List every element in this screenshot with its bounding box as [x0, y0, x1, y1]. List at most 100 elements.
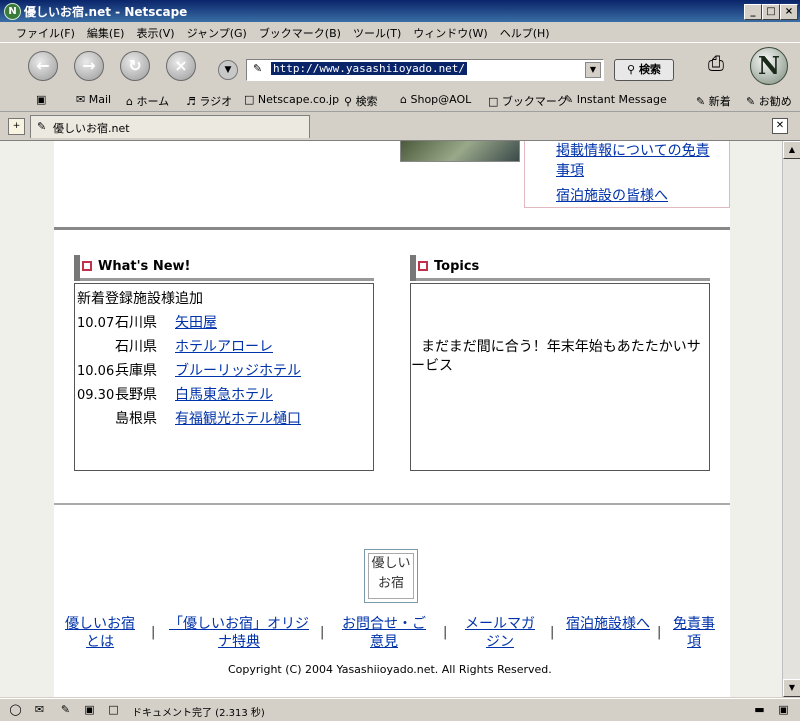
whats-new-panel: 新着登録施設様追加 10.07石川県 矢田屋 石川県 ホテルアローレ 10.06兵庫… — [74, 283, 374, 471]
toolbar-search[interactable]: ⚲ 検索 — [344, 93, 378, 109]
divider — [54, 227, 730, 230]
divider — [54, 503, 730, 505]
address-book-icon[interactable]: ▣ — [82, 702, 97, 717]
menu-tools[interactable]: ツール(T) — [347, 22, 407, 41]
url-field[interactable]: ✎ http://www.yasashiioyado.net/ ▼ — [246, 59, 604, 81]
list-item: 島根県 有福観光ホテル樋口 — [77, 408, 301, 428]
toolbar-radio[interactable]: ♬ ラジオ — [186, 93, 232, 109]
news-date: 10.07 — [77, 316, 115, 331]
menu-bar: ファイル(F) 編集(E) 表示(V) ジャンプ(G) ブックマーク(B) ツール(T) ウ… — [0, 22, 800, 42]
list-item: 10.07石川県 矢田屋 — [77, 312, 217, 332]
footer-separator: | — [657, 625, 662, 640]
header-underline — [80, 278, 374, 281]
tab-page-icon: ✎ — [37, 120, 47, 133]
im-status-icon[interactable]: □ — [106, 702, 121, 717]
menu-go[interactable]: ジャンプ(G) — [181, 22, 253, 41]
toolbar-recommend-label: お勧め — [758, 95, 792, 108]
news-hotel-link[interactable]: ブルーリッジホテル — [175, 363, 301, 379]
footer-separator: | — [443, 625, 448, 640]
status-bar: ◯ ✉ ✎ ▣ □ ドキュメント完了 (2.313 秒) ▬ ▣ — [0, 698, 800, 721]
mail-status-icon[interactable]: ✉ — [32, 702, 47, 717]
menu-file[interactable]: ファイル(F) — [10, 22, 81, 41]
menu-view[interactable]: 表示(V) — [130, 22, 180, 41]
topics-panel: まだまだ間に合う！年末年始もあたたかいサービス — [410, 283, 710, 471]
disclaimer-info-label: 掲載情報についての免責事項 — [556, 143, 710, 179]
composer-icon[interactable]: ✎ — [58, 702, 73, 717]
facility-owners-link[interactable]: 宿泊施設の皆様へ — [556, 185, 668, 205]
scroll-down-icon[interactable]: ▼ — [783, 679, 800, 697]
minimize-button[interactable]: _ — [744, 4, 762, 20]
security-lock-icon: ▣ — [778, 703, 789, 716]
disclaimer-info-link[interactable]: 掲載情報についての免責事項 — [556, 141, 716, 181]
list-item: 石川県 ホテルアローレ — [77, 336, 273, 356]
stop-button[interactable]: × — [166, 51, 196, 81]
news-date: 10.06 — [77, 364, 115, 379]
toolbar-instant-message[interactable]: ✎ Instant Message — [564, 93, 667, 106]
toolbar-new-label: 新着 — [708, 95, 731, 108]
toolbar-radio-label: ラジオ — [199, 95, 233, 108]
forward-button[interactable]: → — [74, 51, 104, 81]
tab-title: 優しいお宿.net — [53, 122, 130, 135]
back-button[interactable]: ← — [28, 51, 58, 81]
toolbar-recommend[interactable]: ✎ お勧め — [746, 93, 792, 109]
reload-button[interactable]: ↻ — [120, 51, 150, 81]
menu-help[interactable]: ヘルプ(H) — [494, 22, 556, 41]
personal-toolbar: ▣ ✉ Mail ⌂ ホーム ♬ ラジオ □ Netscape.co.jp ⚲ … — [0, 89, 800, 112]
toolbar-shop-label: Shop@AOL — [410, 93, 472, 106]
toolbar-mail-label: Mail — [88, 93, 112, 106]
toolbar-mail[interactable]: ✉ Mail — [76, 93, 111, 106]
netscape-logo[interactable]: N — [750, 47, 788, 85]
close-button[interactable]: × — [780, 4, 798, 20]
news-hotel-link[interactable]: 白馬東急ホテル — [175, 387, 273, 403]
page-viewport: 掲載情報についての免責事項 宿泊施設の皆様へ What's New! 新着登録施… — [0, 141, 782, 697]
news-date: 09.30 — [77, 388, 115, 403]
menu-edit[interactable]: 編集(E) — [81, 22, 131, 41]
toolbar-new[interactable]: ✎ 新着 — [696, 93, 731, 109]
news-prefecture: 島根県 — [115, 411, 157, 427]
footer-separator: | — [320, 625, 325, 640]
toolbar-shop[interactable]: ⌂ Shop@AOL — [400, 93, 471, 106]
toolbar-bookmarks-label: ブックマーク — [501, 95, 568, 108]
footer-link-disclaimer[interactable]: 免責事項 — [668, 615, 720, 651]
footer-link-benefits[interactable]: 「優しいお宿」オリジナ特典 — [168, 615, 310, 651]
home-toolbar-icon[interactable]: ▣ — [36, 93, 46, 106]
tab-active[interactable]: ✎ 優しいお宿.net — [30, 115, 310, 138]
netscape-status-icon[interactable]: ◯ — [8, 702, 23, 717]
tab-bar: + ✎ 優しいお宿.net ✕ — [0, 112, 800, 141]
toolbar-bookmarks[interactable]: □ ブックマーク — [488, 93, 568, 109]
search-button-label: 検索 — [638, 63, 661, 76]
news-hotel-link[interactable]: 有福観光ホテル樋口 — [175, 411, 301, 427]
vertical-scrollbar[interactable]: ▲ ▼ — [782, 141, 800, 697]
footer-separator: | — [151, 625, 156, 640]
scroll-up-icon[interactable]: ▲ — [783, 141, 800, 159]
toolbar-netscape-label: Netscape.co.jp — [257, 93, 340, 106]
url-dropdown-icon[interactable]: ▼ — [585, 62, 601, 78]
web-page: 掲載情報についての免責事項 宿泊施設の皆様へ What's New! 新着登録施… — [54, 141, 730, 697]
toolbar-home[interactable]: ⌂ ホーム — [126, 93, 169, 109]
print-icon[interactable]: ⎙ — [700, 51, 732, 77]
toolbar-netscape-jp[interactable]: □ Netscape.co.jp — [244, 93, 339, 106]
menu-bookmarks[interactable]: ブックマーク(B) — [253, 22, 347, 41]
whats-new-intro: 新着登録施設様追加 — [77, 291, 203, 307]
search-button[interactable]: ⚲ 検索 — [614, 59, 674, 81]
maximize-button[interactable]: □ — [762, 4, 780, 20]
window-title: 優しいお宿.net - Netscape — [24, 5, 188, 19]
new-tab-icon[interactable]: + — [8, 118, 25, 135]
bullet-icon — [418, 261, 428, 271]
news-hotel-link[interactable]: ホテルアローレ — [175, 339, 273, 355]
footer-link-about[interactable]: 優しいお宿とは — [60, 615, 140, 651]
footer-link-contact[interactable]: お問合せ・ご意見 — [336, 615, 432, 651]
menu-window[interactable]: ウィンドウ(W) — [407, 22, 493, 41]
news-prefecture: 石川県 — [115, 339, 157, 355]
header-photo — [400, 141, 520, 162]
footer-link-mailmag[interactable]: メールマガジン — [460, 615, 540, 651]
footer-logo[interactable]: 優しいお宿 — [364, 549, 418, 603]
close-tab-icon[interactable]: ✕ — [772, 118, 788, 134]
page-icon: ✎ — [253, 62, 263, 75]
footer-link-facility[interactable]: 宿泊施設様へ — [564, 615, 652, 633]
footer-separator: | — [550, 625, 555, 640]
window-title-bar[interactable]: N 優しいお宿.net - Netscape _ □ × — [0, 0, 800, 22]
news-hotel-link[interactable]: 矢田屋 — [175, 315, 217, 331]
news-prefecture: 兵庫県 — [115, 363, 157, 379]
go-dropdown-icon[interactable]: ▼ — [218, 60, 238, 80]
